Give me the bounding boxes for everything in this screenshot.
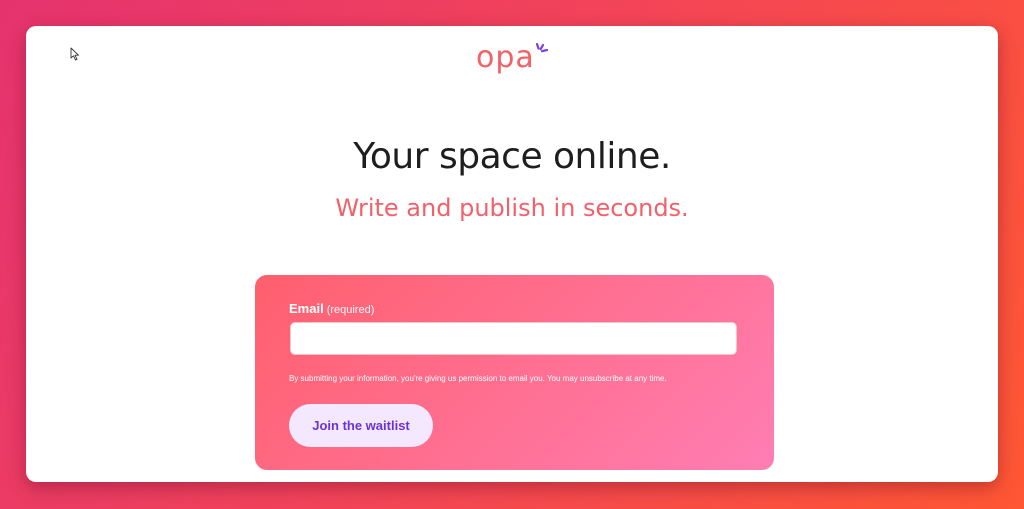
email-field-label: Email (required)	[289, 301, 374, 316]
mouse-cursor-icon	[70, 47, 79, 61]
page-headline: Your space online.	[353, 136, 671, 177]
join-waitlist-button[interactable]: Join the waitlist	[289, 404, 433, 447]
page-subheadline: Write and publish in seconds.	[335, 194, 689, 222]
email-required-text: (required)	[326, 304, 375, 316]
consent-disclaimer: By submitting your information, you're g…	[289, 374, 667, 383]
email-label-text: Email	[289, 301, 324, 316]
logo-wordmark: opa	[476, 40, 535, 75]
browser-window: opa Your space online. Write and publish…	[26, 26, 998, 482]
opa-logo[interactable]: opa	[476, 40, 549, 80]
spark-icon	[535, 42, 548, 53]
waitlist-form: Email (required) By submitting your infor…	[255, 275, 774, 470]
email-input[interactable]	[290, 322, 737, 355]
